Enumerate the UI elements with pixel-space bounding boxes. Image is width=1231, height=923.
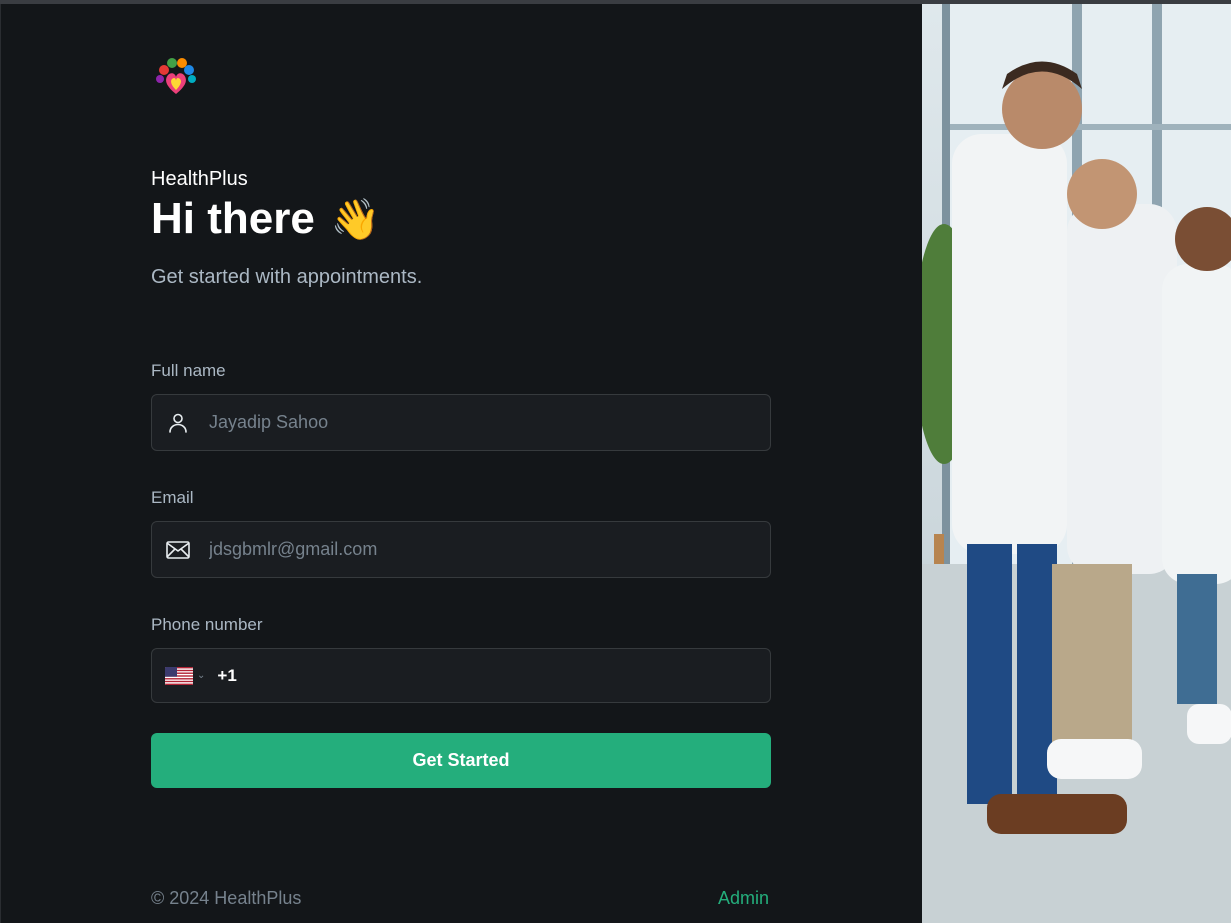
admin-link[interactable]: Admin — [718, 888, 769, 909]
country-selector[interactable]: ⌄ — [165, 666, 206, 685]
email-input[interactable] — [209, 539, 749, 560]
full-name-field[interactable] — [151, 394, 771, 451]
user-icon — [165, 410, 191, 436]
brand-name: HealthPlus — [151, 168, 248, 190]
email-field[interactable] — [151, 521, 771, 578]
page-title-text: Hi there — [151, 194, 315, 243]
dial-code: +1 — [217, 665, 237, 685]
waving-hand-icon: 👋 — [330, 197, 381, 242]
full-name-input[interactable] — [209, 412, 749, 433]
phone-number-field[interactable]: ⌄ +1 — [151, 648, 771, 703]
doctors-photo — [922, 4, 1231, 923]
mail-icon — [165, 537, 191, 563]
phone-number-label: Phone number — [151, 615, 263, 634]
email-label: Email — [151, 488, 194, 507]
copyright-text: © 2024 HealthPlus — [151, 888, 302, 908]
full-name-label: Full name — [151, 361, 226, 380]
page-title: Hi there 👋 — [151, 194, 381, 244]
page-subtitle: Get started with appointments. — [151, 266, 423, 288]
healthplus-logo — [152, 54, 200, 102]
get-started-button[interactable]: Get Started — [151, 733, 771, 788]
us-flag-icon — [165, 666, 193, 685]
chevron-down-icon: ⌄ — [197, 670, 206, 681]
